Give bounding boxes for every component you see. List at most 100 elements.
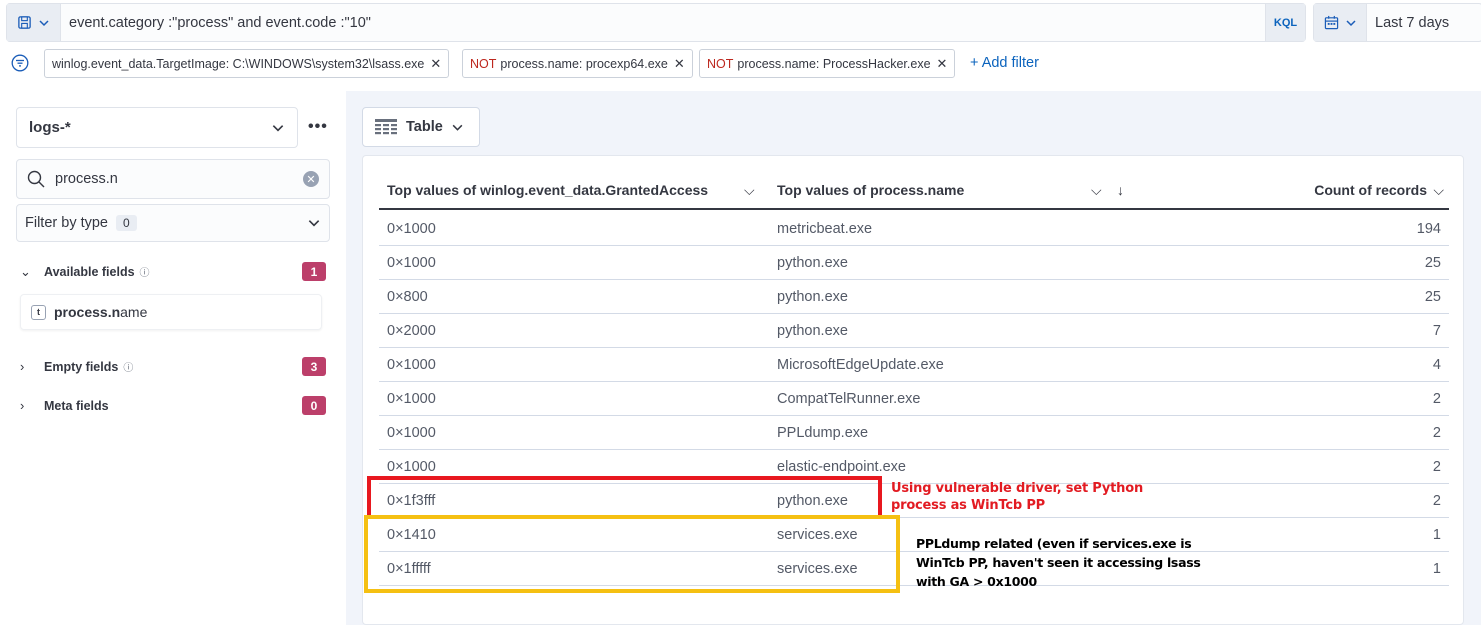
chevron-down-icon bbox=[452, 124, 463, 131]
save-icon bbox=[18, 16, 31, 29]
available-fields-label: Available fields bbox=[44, 264, 135, 279]
table-row: 0×2000 python.exe 7 bbox=[379, 314, 1449, 348]
field-search-value: process.n bbox=[55, 171, 118, 187]
date-picker[interactable]: Last 7 days bbox=[1313, 3, 1481, 42]
cell-granted-access: 0×1000 bbox=[387, 255, 436, 271]
cell-granted-access: 0×2000 bbox=[387, 323, 436, 339]
close-icon[interactable]: ✕ bbox=[937, 56, 948, 72]
help-icon[interactable]: ⓘ bbox=[123, 359, 133, 374]
cell-count: 2 bbox=[1432, 459, 1441, 475]
column-header-granted-access[interactable]: Top values of winlog.event_data.GrantedA… bbox=[387, 182, 708, 198]
cell-count: 25 bbox=[1424, 255, 1441, 271]
table-header: Top values of winlog.event_data.GrantedA… bbox=[379, 172, 1449, 210]
field-list-sidebar: logs-* ••• process.n ✕ Filter by type 0 … bbox=[0, 91, 346, 625]
filter-pill-label: process.name: ProcessHacker.exe bbox=[737, 56, 931, 71]
cell-granted-access: 0×1000 bbox=[387, 221, 436, 237]
table-row: 0×1000 python.exe 25 bbox=[379, 246, 1449, 280]
add-filter-button[interactable]: + Add filter bbox=[970, 55, 1039, 71]
cell-count: 4 bbox=[1432, 357, 1441, 373]
query-input[interactable]: event.category :"process" and event.code… bbox=[61, 15, 1265, 31]
field-name-match: process.n bbox=[54, 304, 121, 320]
query-language-button[interactable]: KQL bbox=[1265, 4, 1305, 41]
cell-process-name: CompatTelRunner.exe bbox=[777, 391, 921, 407]
chevron-down-icon bbox=[39, 19, 49, 26]
filter-by-type-label: Filter by type bbox=[25, 215, 108, 231]
search-icon bbox=[27, 170, 45, 188]
close-icon[interactable]: ✕ bbox=[430, 56, 441, 72]
field-name-rest: ame bbox=[120, 304, 148, 320]
cell-granted-access: 0×800 bbox=[387, 289, 428, 305]
annotation-box-red bbox=[367, 476, 882, 519]
annotation-line: Using vulnerable driver, set Python bbox=[891, 481, 1144, 496]
table-row: 0×1000 metricbeat.exe 194 bbox=[379, 212, 1449, 246]
cell-count: 7 bbox=[1432, 323, 1441, 339]
meta-fields-label: Meta fields bbox=[44, 398, 109, 413]
chevron-down-icon[interactable]: ⌵ bbox=[1091, 182, 1102, 199]
chevron-down-icon bbox=[272, 124, 284, 131]
table-icon bbox=[375, 119, 397, 135]
cell-process-name: python.exe bbox=[777, 323, 848, 339]
cell-count: 25 bbox=[1424, 289, 1441, 305]
empty-fields-label: Empty fields bbox=[44, 359, 119, 374]
date-range-label[interactable]: Last 7 days bbox=[1367, 15, 1449, 31]
cell-count: 2 bbox=[1432, 391, 1441, 407]
cell-granted-access: 0×1000 bbox=[387, 425, 436, 441]
calendar-icon bbox=[1324, 15, 1338, 30]
clear-search-icon[interactable]: ✕ bbox=[303, 171, 319, 187]
available-fields-toggle[interactable]: ⌄ Available fields ⓘ 1 bbox=[20, 262, 326, 281]
cell-granted-access: 0×1000 bbox=[387, 391, 436, 407]
chart-type-label: Table bbox=[406, 119, 443, 135]
filter-by-type-count: 0 bbox=[116, 215, 137, 231]
cell-count: 194 bbox=[1416, 221, 1441, 237]
cell-process-name: MicrosoftEdgeUpdate.exe bbox=[777, 357, 944, 373]
chevron-down-icon bbox=[1345, 19, 1356, 26]
chart-type-selector[interactable]: Table bbox=[362, 107, 480, 147]
empty-fields-toggle[interactable]: › Empty fields ⓘ 3 bbox=[20, 357, 326, 376]
quick-menu-button[interactable] bbox=[1314, 4, 1367, 41]
cell-granted-access: 0×1000 bbox=[387, 459, 436, 475]
meta-fields-count: 0 bbox=[302, 396, 326, 415]
chevron-down-icon bbox=[308, 220, 320, 227]
data-view-label: logs-* bbox=[29, 119, 71, 136]
filter-pill-processhacker[interactable]: NOT process.name: ProcessHacker.exe ✕ bbox=[699, 49, 956, 78]
negation-label: NOT bbox=[707, 56, 734, 71]
string-type-icon: t bbox=[31, 304, 46, 320]
table-row: 0×1000 MicrosoftEdgeUpdate.exe 4 bbox=[379, 348, 1449, 382]
chevron-down-icon[interactable]: ⌵ bbox=[1433, 182, 1444, 199]
more-options-icon[interactable]: ••• bbox=[308, 118, 328, 136]
cell-process-name: elastic-endpoint.exe bbox=[777, 459, 906, 475]
meta-fields-toggle[interactable]: › Meta fields 0 bbox=[20, 396, 326, 415]
filter-by-type-dropdown[interactable]: Filter by type 0 bbox=[16, 204, 330, 242]
table-row: 0×800 python.exe 25 bbox=[379, 280, 1449, 314]
cell-count: 2 bbox=[1432, 493, 1441, 509]
cell-process-name: python.exe bbox=[777, 289, 848, 305]
filter-pill-label: winlog.event_data.TargetImage: C:\WINDOW… bbox=[52, 56, 425, 71]
chevron-down-icon[interactable]: ⌵ bbox=[744, 182, 755, 199]
sort-descending-icon[interactable]: ↓ bbox=[1117, 182, 1124, 198]
query-bar: event.category :"process" and event.code… bbox=[6, 3, 1306, 42]
column-header-count[interactable]: Count of records bbox=[1314, 182, 1427, 198]
chevron-down-icon: ⌄ bbox=[20, 263, 31, 279]
annotation-text-black: PPLdump related (even if services.exe is… bbox=[916, 534, 1216, 591]
table-row: 0×1000 PPLdump.exe 2 bbox=[379, 416, 1449, 450]
filter-pill-label: process.name: procexp64.exe bbox=[500, 56, 668, 71]
table-row: 0×1000 CompatTelRunner.exe 2 bbox=[379, 382, 1449, 416]
available-fields-count: 1 bbox=[302, 262, 326, 281]
cell-process-name: python.exe bbox=[777, 255, 848, 271]
column-header-process-name[interactable]: Top values of process.name bbox=[777, 182, 964, 198]
field-search-input[interactable]: process.n ✕ bbox=[16, 159, 330, 199]
data-view-selector[interactable]: logs-* bbox=[16, 107, 298, 148]
field-item-process-name[interactable]: t process.n ame bbox=[20, 294, 322, 330]
filter-menu-icon[interactable] bbox=[11, 54, 29, 72]
annotation-line: PPLdump related (even if services.exe is bbox=[916, 536, 1192, 551]
annotation-line: process as WinTcb PP bbox=[891, 498, 1045, 513]
help-icon[interactable]: ⓘ bbox=[140, 264, 150, 279]
saved-query-button[interactable] bbox=[7, 4, 61, 41]
chevron-right-icon: › bbox=[20, 398, 25, 413]
close-icon[interactable]: ✕ bbox=[674, 56, 685, 72]
filter-pill-procexp[interactable]: NOT process.name: procexp64.exe ✕ bbox=[462, 49, 693, 78]
chevron-right-icon: › bbox=[20, 359, 25, 374]
filter-pill-target-image[interactable]: winlog.event_data.TargetImage: C:\WINDOW… bbox=[44, 49, 450, 78]
negation-label: NOT bbox=[470, 56, 497, 71]
cell-count: 2 bbox=[1432, 425, 1441, 441]
